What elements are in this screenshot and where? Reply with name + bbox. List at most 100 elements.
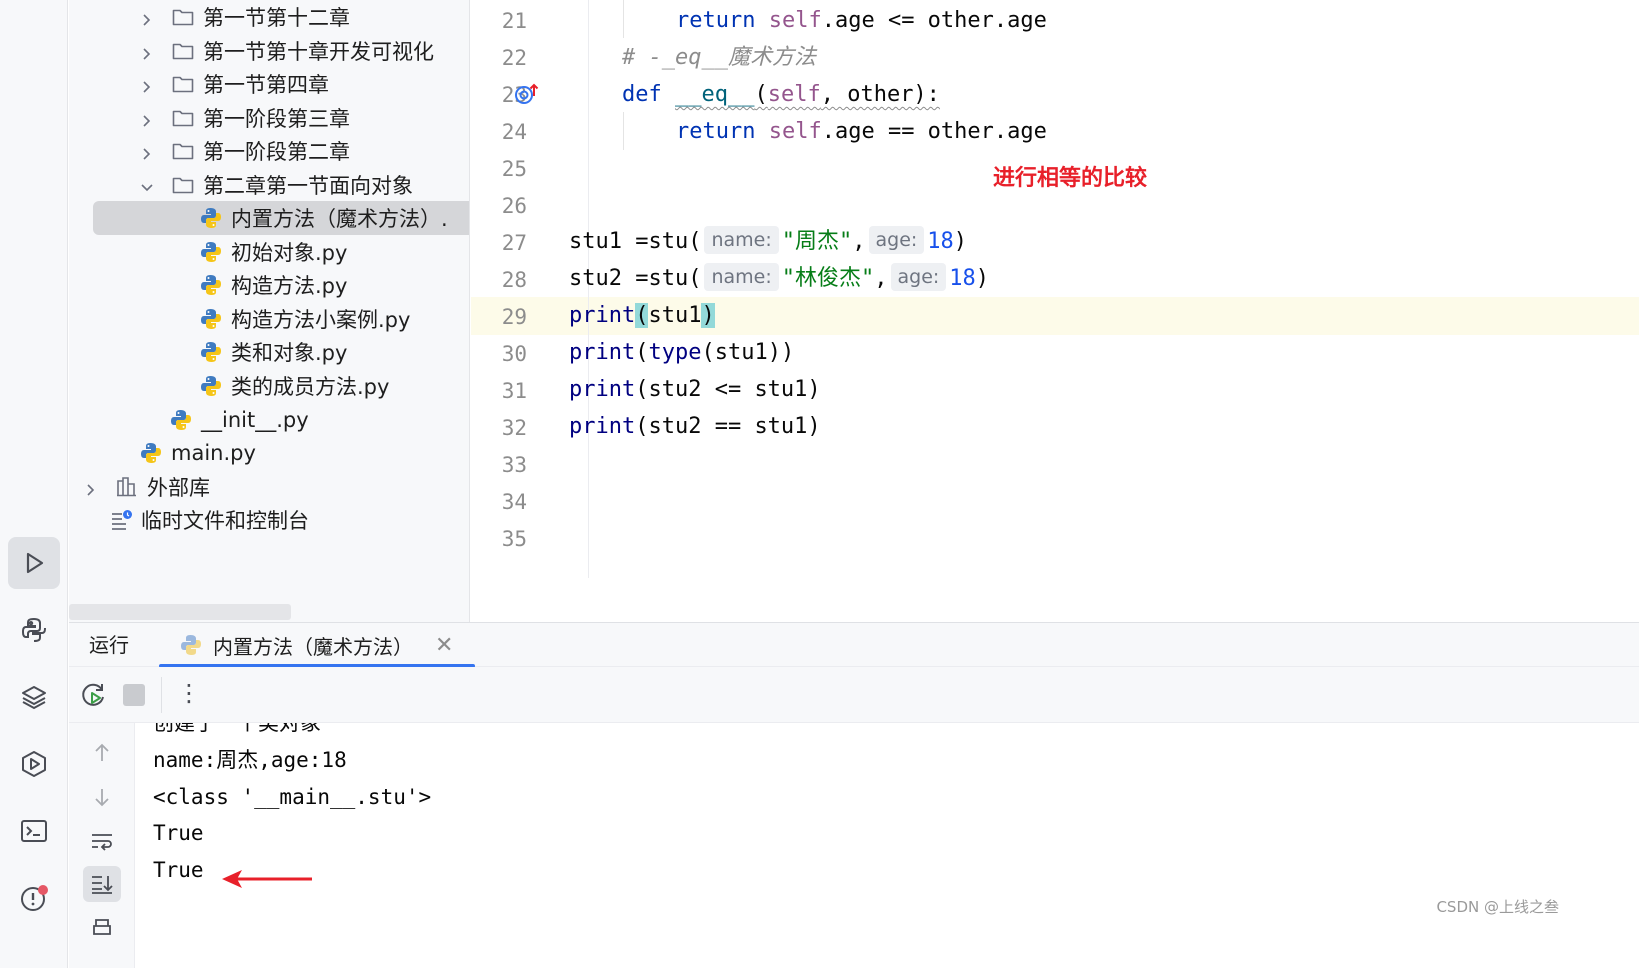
folder-icon [171,139,195,163]
tree-file[interactable]: 构造方法小案例.py [69,302,469,336]
code-line-30[interactable]: print(type(stu1)) [569,334,794,372]
tree-file[interactable]: 内置方法（魔术方法）. [69,201,469,235]
run-icon [26,552,44,574]
tree-item-label: 构造方法.py [231,274,348,298]
param-hint-age: age: [868,226,925,254]
code-line-24[interactable]: return self.age == other.age [676,113,1047,151]
rerun-button[interactable] [78,679,110,711]
tree-file[interactable]: __init__.py [69,403,469,437]
run-window-title: 运行 [89,633,129,657]
tree-item-label: 第二章第一节面向对象 [203,174,413,198]
code-editor[interactable]: 21 22 23 24 25 26 27 28 29 30 31 32 33 34 35 return se… [471,0,1639,578]
code-line-21[interactable]: return self.age <= other.age [676,2,1047,40]
line-number: 24 [501,120,527,144]
line-number: 28 [501,268,527,292]
line-number: 31 [501,379,527,403]
line-number: 35 [501,527,527,551]
code-line-32[interactable]: print(stu2 == stu1) [569,408,821,446]
tree-file[interactable]: 类的成员方法.py [69,369,469,403]
folder-icon [171,39,195,63]
python-file-icon [199,240,223,264]
line-number: 22 [501,46,527,70]
console-line: 创建了一个类对象 [153,723,321,735]
tree-folder[interactable]: 第一节第四章 [69,67,469,101]
stop-button[interactable] [123,684,145,706]
tree-item-label: 第一节第四章 [203,73,329,97]
tree-item-label: 第一节第十二章 [203,6,350,30]
override-method-icon[interactable] [514,82,540,106]
tree-item-label: 外部库 [147,476,210,500]
scroll-up-button[interactable] [83,735,121,771]
library-icon [115,475,139,499]
close-tab-icon[interactable]: ✕ [435,633,453,658]
print-button[interactable] [83,911,121,947]
console-output[interactable]: 创建了一个类对象 name:周杰,age:18 <class '__main__… [153,723,1623,968]
watermark: CSDN @上线之叁 [1436,898,1559,916]
matched-paren: ) [701,303,715,328]
tree-folder[interactable]: 第二章第一节面向对象 [69,168,469,202]
run-tab[interactable]: 内置方法（魔术方法） ✕ [159,623,476,668]
line-number: 34 [501,490,527,514]
tree-item-label: 类和对象.py [231,341,348,365]
layers-icon [22,686,46,710]
python-file-icon [169,408,193,432]
chevron-right-icon[interactable] [139,9,155,26]
tree-folder[interactable]: 第一节第十章开发可视化 [69,34,469,68]
tree-node[interactable]: 外部库 [69,470,469,504]
line-number: 29 [501,305,527,329]
services-button[interactable] [8,738,60,790]
tree-folder[interactable]: 第一阶段第二章 [69,134,469,168]
tree-item-label: 第一阶段第三章 [203,107,350,131]
folder-icon [171,72,195,96]
scroll-to-end-button[interactable] [83,866,121,902]
tree-folder[interactable]: 第一节第十二章 [69,0,469,34]
tree-node[interactable]: 临时文件和控制台 [69,503,469,537]
chevron-right-icon[interactable] [139,143,155,160]
soft-wrap-button[interactable] [83,823,121,859]
scroll-down-button[interactable] [83,779,121,815]
tree-file[interactable]: 初始对象.py [69,235,469,269]
tree-folder[interactable]: 第一阶段第三章 [69,101,469,135]
scratches-icon [109,508,133,532]
run-header: 运行 内置方法（魔术方法） ✕ [69,623,1639,668]
services-icon [22,751,46,777]
code-line-28[interactable]: stu2 =stu(name: "林俊杰", age: 18) [569,260,989,298]
layers-button[interactable] [8,671,60,723]
problems-button[interactable] [8,872,60,924]
tree-file[interactable]: 构造方法.py [69,268,469,302]
chevron-right-icon[interactable] [139,43,155,60]
console-line: name:周杰,age:18 [153,748,347,772]
code-line-23[interactable]: def __eq__(self, other): [622,76,940,114]
more-options-button[interactable]: ⋮ [177,679,201,711]
python-file-icon [139,441,163,465]
chevron-right-icon[interactable] [83,479,99,496]
run-tool-button[interactable] [8,537,60,589]
problems-icon [21,885,48,911]
tree-item-label: 类的成员方法.py [231,375,390,399]
python-file-icon [199,307,223,331]
line-number: 26 [501,194,527,218]
horizontal-scrollbar[interactable] [69,604,291,620]
console-line: True [153,821,204,845]
tool-window-strip [0,0,68,968]
tree-item-label: 构造方法小案例.py [231,308,411,332]
python-console-button[interactable] [8,604,60,656]
indent-guide [623,0,624,38]
code-line-22[interactable]: # -_eq__魔术方法 [622,39,816,77]
tree-file[interactable]: main.py [69,436,469,470]
run-tool-window: 运行 内置方法（魔术方法） ✕ ⋮ 创建了一个类对象 name:周杰,age:1… [69,622,1639,968]
tree-file[interactable]: 类和对象.py [69,335,469,369]
code-line-27[interactable]: stu1 =stu(name: "周杰", age: 18) [569,223,967,261]
print-icon [93,919,111,935]
tree-item-label: 第一节第十章开发可视化 [203,40,434,64]
param-hint-name: name: [704,263,779,291]
chevron-right-icon[interactable] [139,76,155,93]
chevron-down-icon[interactable] [139,177,155,193]
down-arrow-icon [95,789,109,807]
terminal-button[interactable] [8,805,60,857]
project-panel: 第一节第十二章第一节第十章开发可视化 第一节第四章 第一阶段第三章第一阶段第二章第二… [69,0,470,622]
code-line-29[interactable]: print(stu1) [569,297,715,335]
chevron-right-icon[interactable] [139,110,155,127]
more-icon: ⋮ [177,679,201,707]
code-line-31[interactable]: print(stu2 <= stu1) [569,371,821,409]
